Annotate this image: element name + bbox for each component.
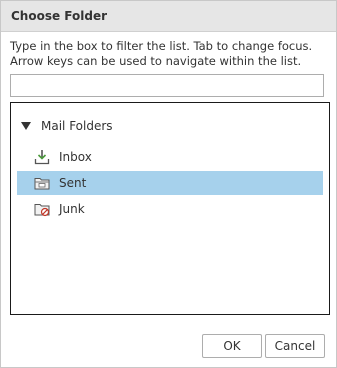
tree-root-label: Mail Folders <box>41 119 113 133</box>
tree-root-mail-folders[interactable]: Mail Folders <box>21 117 113 135</box>
dialog-title: Choose Folder <box>11 9 108 23</box>
expand-caret-icon[interactable] <box>21 122 31 130</box>
filter-input[interactable] <box>10 74 324 97</box>
tree-item-junk[interactable]: Junk <box>17 197 323 221</box>
folder-tree[interactable]: Mail Folders Inbox Sent Junk <box>10 102 330 315</box>
cancel-button[interactable]: Cancel <box>265 334 325 358</box>
dialog-titlebar[interactable]: Choose Folder <box>1 1 336 32</box>
tree-item-label: Junk <box>59 202 85 216</box>
tree-item-inbox[interactable]: Inbox <box>17 145 323 169</box>
sent-folder-icon <box>34 175 50 191</box>
inbox-icon <box>34 149 50 165</box>
ok-button[interactable]: OK <box>202 334 262 358</box>
tree-item-label: Sent <box>59 176 87 190</box>
tree-item-sent[interactable]: Sent <box>17 171 323 195</box>
tree-item-label: Inbox <box>59 150 92 164</box>
choose-folder-dialog: Choose Folder Type in the box to filter … <box>0 0 337 368</box>
junk-folder-icon <box>34 201 50 217</box>
instructions-text: Type in the box to filter the list. Tab … <box>10 39 313 68</box>
